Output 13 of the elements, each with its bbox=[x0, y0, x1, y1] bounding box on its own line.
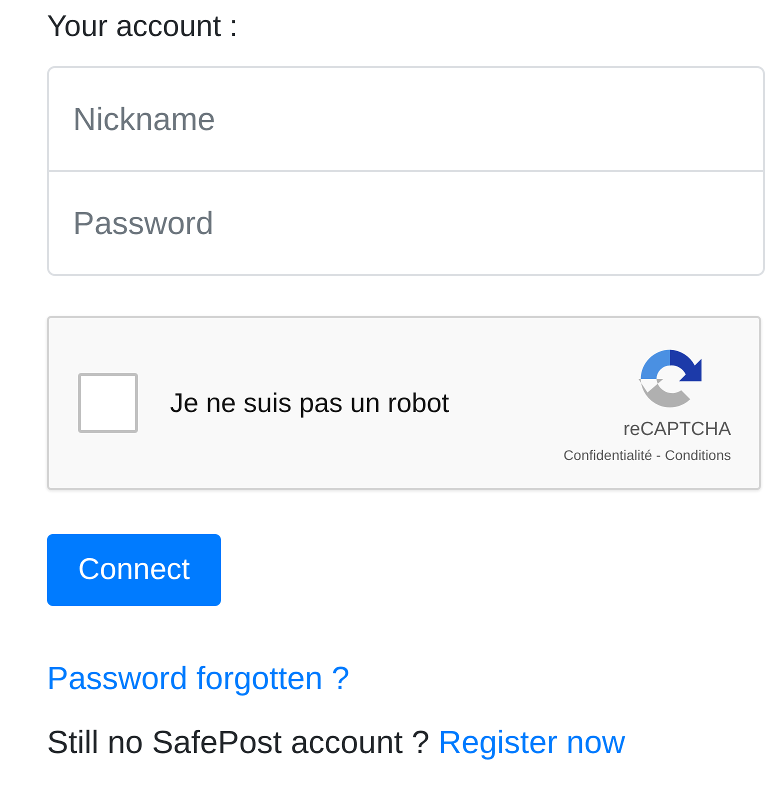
privacy-link[interactable]: Confidentialité bbox=[563, 447, 652, 463]
recaptcha-brand: reCAPTCHA bbox=[623, 419, 731, 441]
register-link[interactable]: Register now bbox=[438, 724, 626, 760]
nickname-field[interactable]: Nickname bbox=[47, 66, 765, 172]
password-field[interactable]: Password bbox=[47, 170, 765, 276]
forgot-password-link[interactable]: Password forgotten ? bbox=[47, 660, 350, 696]
form-heading: Your account : bbox=[47, 9, 239, 45]
captcha-checkbox[interactable] bbox=[78, 373, 138, 433]
captcha-label: Je ne suis pas un robot bbox=[170, 388, 450, 418]
terms-link[interactable]: Conditions bbox=[664, 447, 731, 463]
link-separator: - bbox=[656, 447, 661, 463]
register-prompt: Still no SafePost account ? bbox=[47, 724, 430, 760]
connect-button[interactable]: Connect bbox=[47, 534, 221, 606]
